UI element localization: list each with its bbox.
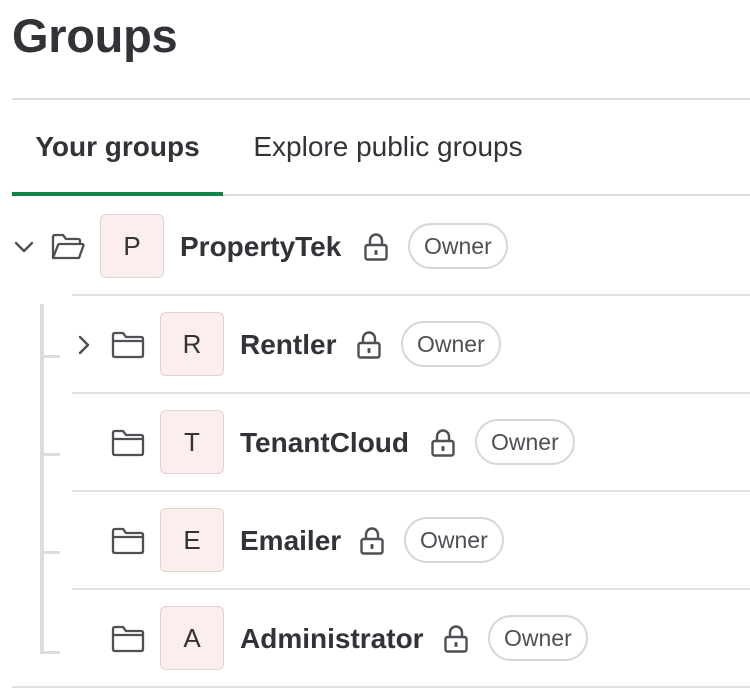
avatar[interactable]: T [160,410,224,474]
role-badge: Owner [404,517,504,563]
lock-icon [364,233,388,261]
avatar[interactable]: A [160,606,224,670]
tree-connector-tick [40,355,60,358]
tree-connector-tick [40,551,60,554]
avatar[interactable]: R [160,312,224,376]
group-name[interactable]: TenantCloud [240,423,409,463]
tab-explore-public-groups[interactable]: Explore public groups [223,100,553,194]
role-badge: Owner [475,419,575,465]
group-name[interactable]: Rentler [240,325,336,365]
group-tabs: Your groups Explore public groups [12,100,750,196]
avatar[interactable]: P [100,214,164,278]
avatar[interactable]: E [160,508,224,572]
tab-your-groups[interactable]: Your groups [12,100,223,196]
folder-open-icon [51,233,85,260]
lock-icon [431,429,455,457]
group-name[interactable]: Emailer [240,521,341,561]
folder-icon [111,429,145,457]
folder-icon [111,527,145,555]
group-name[interactable]: PropertyTek [180,227,341,267]
folder-icon [111,331,145,359]
tree-connector-tick [40,453,60,456]
chevron-right-icon[interactable] [72,333,96,357]
role-badge: Owner [408,223,508,269]
lock-icon [357,331,381,359]
list-bottom-divider [12,686,750,688]
group-name[interactable]: Administrator [240,619,424,659]
role-badge: Owner [488,615,588,661]
lock-icon [360,527,384,555]
page-title: Groups [12,9,178,62]
folder-icon [111,625,145,653]
lock-icon [444,625,468,653]
chevron-down-icon[interactable] [12,235,36,259]
role-badge: Owner [401,321,501,367]
